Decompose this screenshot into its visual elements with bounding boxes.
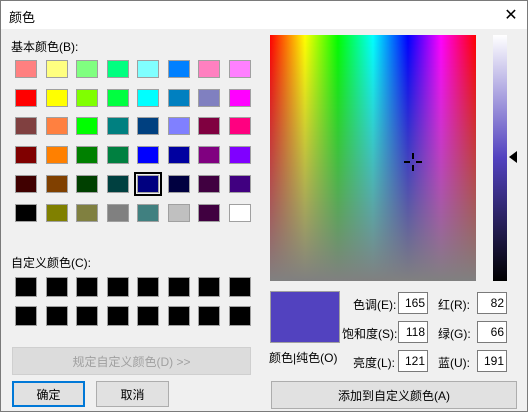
basic-color-swatch[interactable] (134, 171, 162, 196)
basic-color-swatch[interactable] (45, 203, 68, 222)
basic-color-swatch[interactable] (137, 146, 159, 165)
custom-color-swatch[interactable] (228, 277, 251, 297)
basic-color-swatch[interactable] (106, 174, 129, 193)
luminance-arrow-icon[interactable] (509, 151, 517, 163)
basic-color-swatch[interactable] (106, 88, 129, 107)
custom-color-swatch[interactable] (167, 306, 190, 326)
basic-color-swatch[interactable] (76, 146, 98, 165)
blue-label: 蓝(U): (438, 356, 470, 370)
close-icon[interactable]: ✕ (499, 3, 523, 27)
basic-color-swatch[interactable] (106, 146, 129, 165)
basic-color-swatch[interactable] (106, 203, 129, 222)
basic-color-swatch[interactable] (228, 117, 251, 136)
blue-field[interactable]: 191 (477, 350, 507, 372)
basic-color-swatch[interactable] (15, 60, 37, 78)
custom-color-swatch[interactable] (76, 277, 98, 297)
basic-color-swatch[interactable] (198, 60, 220, 78)
basic-color-swatch[interactable] (106, 60, 129, 78)
custom-color-swatch[interactable] (45, 277, 68, 297)
title-bar: 颜色 ✕ (1, 1, 527, 29)
basic-color-swatch[interactable] (106, 117, 129, 136)
basic-color-swatch[interactable] (76, 203, 98, 222)
custom-color-swatch[interactable] (15, 277, 37, 297)
dialog-title: 颜色 (9, 10, 36, 25)
saturation-label: 饱和度(S): (342, 327, 398, 341)
basic-color-swatch[interactable] (198, 146, 220, 165)
saturation-field[interactable]: 118 (398, 321, 428, 343)
basic-color-swatch[interactable] (137, 203, 159, 222)
basic-color-swatch[interactable] (198, 117, 220, 136)
basic-color-swatch[interactable] (167, 117, 190, 136)
custom-color-swatch[interactable] (198, 277, 220, 297)
basic-color-swatch[interactable] (228, 146, 251, 165)
basic-color-swatch[interactable] (45, 146, 68, 165)
basic-color-swatch[interactable] (198, 174, 220, 193)
basic-color-swatch[interactable] (167, 146, 190, 165)
basic-color-swatch[interactable] (198, 203, 220, 222)
luminance-slider[interactable] (493, 35, 507, 281)
basic-color-swatch[interactable] (228, 203, 251, 222)
define-custom-colors-button[interactable]: 规定自定义颜色(D) >> (12, 347, 251, 375)
basic-color-swatch[interactable] (15, 174, 37, 193)
cancel-button[interactable]: 取消 (96, 381, 169, 407)
basic-color-swatch[interactable] (76, 60, 98, 78)
basic-color-swatch[interactable] (15, 117, 37, 136)
color-spectrum[interactable] (270, 35, 476, 281)
luminance-label: 亮度(L): (353, 356, 396, 370)
basic-color-swatch[interactable] (228, 60, 251, 78)
basic-color-swatch[interactable] (45, 174, 68, 193)
color-preview (270, 291, 340, 343)
custom-color-swatch[interactable] (137, 306, 159, 326)
basic-color-swatch[interactable] (167, 174, 190, 193)
custom-color-swatch[interactable] (15, 306, 37, 326)
basic-color-swatch[interactable] (137, 117, 159, 136)
basic-color-swatch[interactable] (137, 88, 159, 107)
basic-colors-label: 基本颜色(B): (11, 40, 79, 54)
add-to-custom-colors-button[interactable]: 添加到自定义颜色(A) (271, 381, 517, 409)
green-field[interactable]: 66 (477, 321, 507, 343)
color-dialog: 颜色 ✕ 基本颜色(B): 自定义颜色(C): 规定自定义颜色(D) >> 确定… (0, 0, 528, 412)
basic-color-swatch[interactable] (167, 203, 190, 222)
basic-color-swatch[interactable] (228, 174, 251, 193)
basic-color-swatch[interactable] (76, 174, 98, 193)
luminance-field[interactable]: 121 (398, 350, 428, 372)
custom-color-swatch[interactable] (198, 306, 220, 326)
custom-color-swatch[interactable] (106, 277, 129, 297)
custom-color-swatch[interactable] (45, 306, 68, 326)
custom-color-swatch[interactable] (106, 306, 129, 326)
basic-color-swatch[interactable] (45, 88, 68, 107)
basic-color-swatch[interactable] (45, 60, 68, 78)
hue-label: 色调(E): (353, 298, 397, 312)
custom-color-swatch[interactable] (137, 277, 159, 297)
ok-button[interactable]: 确定 (12, 381, 85, 407)
basic-color-swatch[interactable] (15, 203, 37, 222)
basic-color-swatch[interactable] (76, 88, 98, 107)
basic-color-swatch[interactable] (137, 60, 159, 78)
basic-color-swatch[interactable] (76, 117, 98, 136)
custom-color-swatch[interactable] (228, 306, 251, 326)
red-label: 红(R): (438, 298, 470, 312)
basic-color-swatch[interactable] (45, 117, 68, 136)
preview-label: 颜色|纯色(O) (269, 351, 338, 365)
hue-field[interactable]: 165 (398, 292, 428, 314)
green-label: 绿(G): (438, 327, 471, 341)
custom-colors-label: 自定义颜色(C): (11, 256, 91, 270)
basic-color-swatch[interactable] (15, 146, 37, 165)
basic-color-swatch[interactable] (167, 60, 190, 78)
basic-color-swatch[interactable] (228, 88, 251, 107)
basic-color-swatch[interactable] (15, 88, 37, 107)
custom-color-swatch[interactable] (76, 306, 98, 326)
basic-color-swatch[interactable] (167, 88, 190, 107)
basic-color-swatch[interactable] (198, 88, 220, 107)
red-field[interactable]: 82 (477, 292, 507, 314)
crosshair-icon (404, 153, 422, 171)
custom-color-swatch[interactable] (167, 277, 190, 297)
